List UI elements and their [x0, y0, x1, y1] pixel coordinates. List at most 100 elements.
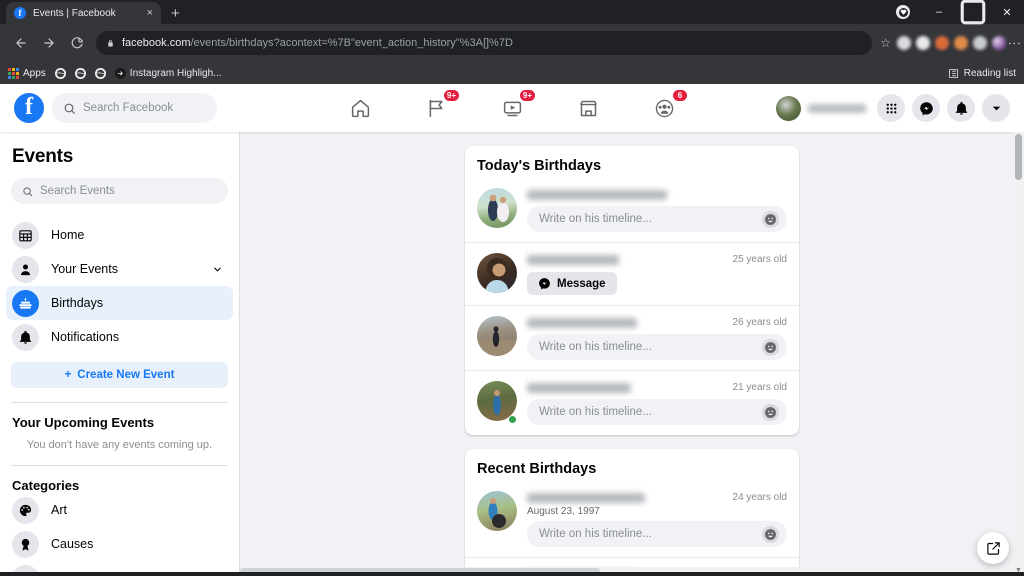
- avatar-wrap: [477, 491, 517, 547]
- reading-list-label: Reading list: [963, 67, 1016, 79]
- search-facebook-input[interactable]: Search Facebook: [52, 93, 217, 123]
- birthday-info: 24 years old August 23, 1997 Write on hi…: [527, 491, 787, 547]
- new-tab-button[interactable]: +: [171, 6, 180, 21]
- sidebar-item-home-label: Home: [51, 228, 85, 242]
- person-name[interactable]: [527, 255, 619, 265]
- nav-marketplace[interactable]: [571, 91, 605, 125]
- person-name[interactable]: [527, 383, 631, 393]
- profile-button[interactable]: [776, 95, 870, 121]
- online-status-badge: [508, 415, 517, 424]
- facebook-logo-icon[interactable]: f: [14, 93, 44, 123]
- birthday-row: 21 years old Write on his timeline...: [465, 370, 799, 435]
- bookmark-globe-icon-2[interactable]: [74, 67, 86, 79]
- sidebar-item-home[interactable]: Home: [6, 218, 233, 252]
- compose-fab-button[interactable]: [977, 532, 1009, 564]
- category-item-causes[interactable]: Causes: [0, 527, 239, 561]
- close-window-button[interactable]: ✕: [990, 0, 1024, 24]
- sidebar-item-notifications[interactable]: Notifications: [6, 320, 233, 354]
- page-viewport: f Search Facebook 9+ 9+ 6 Events Search …: [0, 84, 1024, 576]
- extension-icon-4[interactable]: [954, 36, 968, 50]
- back-arrow-icon[interactable]: [8, 30, 34, 56]
- emoji-icon[interactable]: [762, 525, 779, 543]
- sidebar-item-birthdays[interactable]: Birthdays: [6, 286, 233, 320]
- nav-home[interactable]: [343, 91, 377, 125]
- extension-icon-5[interactable]: [973, 36, 987, 50]
- person-name[interactable]: [527, 493, 645, 503]
- extension-icon-1[interactable]: [897, 36, 911, 50]
- messenger-button[interactable]: [912, 94, 940, 122]
- profile-badge-icon[interactable]: [896, 5, 910, 19]
- bookmark-globe-icon-3[interactable]: [94, 67, 106, 79]
- search-icon: [23, 186, 33, 196]
- category-item-art[interactable]: Art: [0, 493, 239, 527]
- profile-name: [808, 103, 866, 113]
- chevron-down-icon: [992, 106, 1000, 110]
- close-icon[interactable]: ×: [147, 7, 153, 19]
- avatar[interactable]: [477, 253, 517, 293]
- nav-groups[interactable]: 6: [647, 89, 688, 125]
- create-new-event-button[interactable]: + Create New Event: [11, 362, 228, 388]
- sidebar-item-your-events[interactable]: Your Events: [6, 252, 233, 286]
- nav-pages[interactable]: 9+: [419, 89, 460, 125]
- minimize-button[interactable]: –: [922, 0, 956, 24]
- person-name[interactable]: [527, 190, 667, 200]
- notifications-button[interactable]: [947, 94, 975, 122]
- vertical-scrollbar-thumb[interactable]: [1015, 134, 1022, 180]
- forward-arrow-icon[interactable]: [36, 30, 62, 56]
- timeline-composer-input[interactable]: Write on his timeline...: [527, 334, 787, 360]
- address-bar[interactable]: facebook.com/events/birthdays?acontext=%…: [96, 31, 873, 55]
- avatar: [776, 95, 801, 121]
- emoji-icon[interactable]: [762, 338, 779, 356]
- avatar-wrap: [477, 253, 517, 295]
- vertical-scrollbar[interactable]: ▲ ▼: [1013, 132, 1024, 576]
- avatar[interactable]: [477, 316, 517, 356]
- birthday-info: 21 years old Write on his timeline...: [527, 381, 787, 425]
- birthday-head: 24 years old: [527, 491, 787, 506]
- bookmark-star-icon[interactable]: ☆: [880, 36, 891, 50]
- browser-tab[interactable]: f Events | Facebook ×: [6, 2, 161, 24]
- extension-icon-3[interactable]: [935, 36, 949, 50]
- palette-icon: [12, 496, 39, 524]
- avatar[interactable]: [477, 491, 517, 531]
- apps-bookmark[interactable]: Apps: [8, 67, 46, 79]
- bookmark-arrow-icon: [114, 67, 126, 79]
- extensions-row: [897, 36, 1006, 50]
- category-item-causes-label: Causes: [51, 537, 94, 551]
- reload-icon[interactable]: [64, 30, 90, 56]
- instagram-highlight-bookmark[interactable]: Instagram Highligh...: [114, 67, 222, 79]
- timeline-composer-input[interactable]: Write on his timeline...: [527, 399, 787, 425]
- sidebar-item-birthdays-label: Birthdays: [51, 296, 104, 310]
- url-path: /events/birthdays?acontext=%7B"event_act…: [190, 37, 513, 49]
- main-content: Today's Birthdays Write on his timeline.…: [240, 132, 1024, 576]
- search-events-placeholder: Search Events: [40, 185, 115, 197]
- message-button[interactable]: Message: [527, 272, 617, 295]
- bookmark-globe-icon-1[interactable]: [54, 67, 66, 79]
- timeline-composer-input[interactable]: Write on his timeline...: [527, 521, 787, 547]
- nav-watch[interactable]: 9+: [495, 89, 536, 125]
- extension-icon-2[interactable]: [916, 36, 930, 50]
- browser-menu-button[interactable]: ⋮: [1007, 37, 1022, 50]
- avatar[interactable]: [477, 188, 517, 228]
- sidebar-item-your-events-label: Your Events: [51, 262, 118, 276]
- timeline-composer-input[interactable]: Write on his timeline...: [527, 206, 787, 232]
- chevron-down-icon[interactable]: [212, 264, 227, 275]
- window-controls: – ✕: [896, 0, 1024, 25]
- birthday-head: 25 years old: [527, 253, 787, 268]
- emoji-icon[interactable]: [762, 210, 779, 228]
- topbar-left: f Search Facebook: [14, 93, 217, 123]
- topbar-right: [776, 94, 1010, 122]
- menu-grid-button[interactable]: [877, 94, 905, 122]
- maximize-button[interactable]: [956, 0, 990, 25]
- reading-list-button[interactable]: Reading list: [948, 68, 1016, 79]
- birthday-head: 26 years old: [527, 316, 787, 331]
- account-menu-button[interactable]: [982, 94, 1010, 122]
- person-name[interactable]: [527, 318, 637, 328]
- create-new-event-label: Create New Event: [77, 369, 175, 381]
- search-facebook-placeholder: Search Facebook: [83, 102, 174, 114]
- facebook-icon: f: [14, 7, 26, 19]
- composer-placeholder: Write on his timeline...: [539, 341, 652, 353]
- emoji-icon[interactable]: [762, 403, 779, 421]
- tab-title: Events | Facebook: [33, 7, 116, 19]
- extension-icon-6[interactable]: [992, 36, 1006, 50]
- search-events-input[interactable]: Search Events: [11, 178, 228, 204]
